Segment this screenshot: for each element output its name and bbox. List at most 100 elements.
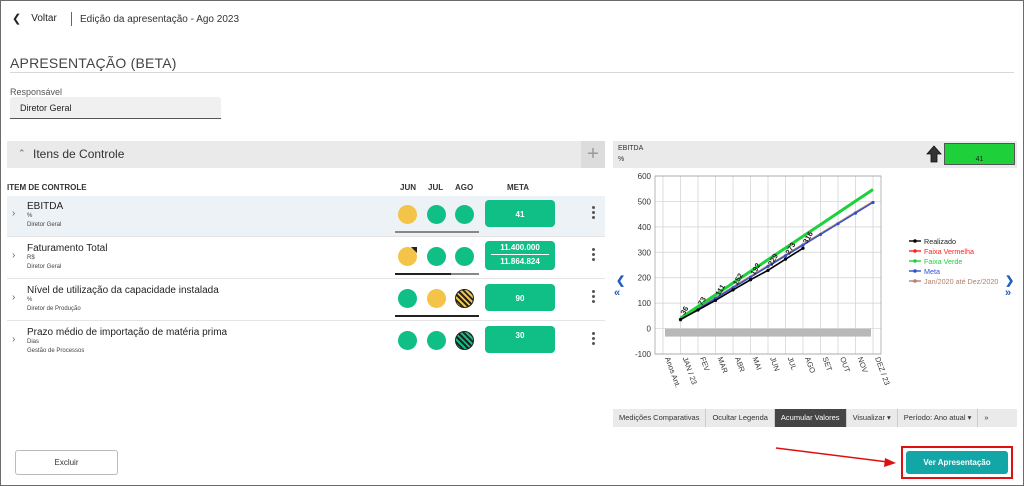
chart-title: EBITDA xyxy=(618,145,644,152)
meta-value-bottom: 11.864.824 xyxy=(500,257,540,266)
first-arrow-icon[interactable]: « xyxy=(614,287,620,299)
data-point xyxy=(871,200,875,205)
more-toolbar-icon[interactable]: » xyxy=(978,409,994,427)
data-point xyxy=(783,254,788,258)
top-bar: ❮ Voltar Edição da apresentação - Ago 20… xyxy=(0,0,1024,40)
data-point xyxy=(801,243,805,247)
status-dot-jun xyxy=(398,205,417,224)
meta-badge: 11.400.000 11.864.824 xyxy=(485,241,555,270)
col-item: ITEM DE CONTROLE xyxy=(7,183,87,192)
status-dot-ago xyxy=(455,247,474,266)
item-name: Nível de utilização da capacidade instal… xyxy=(27,285,219,296)
meta-badge: 41 xyxy=(485,200,555,227)
x-tick-label: SET xyxy=(821,356,835,373)
line-chart: -100 0 100 200 300 400 500 600 Anos Ant.JAN / 23… xyxy=(635,172,998,389)
more-options-icon[interactable] xyxy=(592,248,596,264)
data-point xyxy=(818,232,823,237)
expand-icon[interactable]: › xyxy=(12,334,15,345)
legend-marker xyxy=(913,259,917,263)
prev-arrow-icon[interactable]: ❮ xyxy=(616,274,625,287)
item-owner: Diretor Geral xyxy=(27,222,62,228)
data-point xyxy=(801,246,805,250)
medicoes-comparativas-button[interactable]: Medições Comparativas xyxy=(613,409,707,427)
chart-unit: % xyxy=(618,156,625,163)
status-dot-jun xyxy=(398,289,417,308)
col-jun: JUN xyxy=(400,183,417,192)
x-tick-label: MAR xyxy=(716,356,730,375)
table-row[interactable]: › Faturamento Total R$ Diretor Geral 11.… xyxy=(7,238,605,279)
item-unit: % xyxy=(27,213,33,219)
data-point xyxy=(853,211,858,215)
status-dot-ago xyxy=(455,289,474,308)
y-tick-label: 500 xyxy=(638,197,652,206)
zero-band xyxy=(665,328,871,337)
legend-marker xyxy=(913,279,917,283)
table-row[interactable]: › Nível de utilização da capacidade inst… xyxy=(7,280,605,321)
expand-icon[interactable]: › xyxy=(12,208,15,219)
responsavel-field[interactable]: Diretor Geral xyxy=(10,97,221,119)
acumular-valores-button[interactable]: Acumular Valores xyxy=(774,409,847,427)
delete-button[interactable]: Excluir xyxy=(15,450,118,475)
item-name: EBITDA xyxy=(27,201,64,212)
item-name: Prazo médio de importação de matéria pri… xyxy=(27,327,228,338)
periodo-dropdown[interactable]: Período: Ano atual ▾ xyxy=(898,409,979,427)
chart-header: EBITDA % 41 xyxy=(613,141,1017,168)
meta-divider xyxy=(491,254,549,255)
legend-marker xyxy=(913,249,917,253)
ocultar-legenda-button[interactable]: Ocultar Legenda xyxy=(706,409,775,427)
visualizar-dropdown[interactable]: Visualizar ▾ xyxy=(847,409,898,427)
x-tick-label: AGO xyxy=(803,356,817,375)
status-dot-jun xyxy=(398,331,417,350)
trend-underline xyxy=(451,273,479,275)
more-options-icon[interactable] xyxy=(592,206,596,222)
col-ago: AGO xyxy=(455,183,474,192)
meta-value-top: 11.400.000 xyxy=(500,243,540,252)
expand-icon[interactable]: › xyxy=(12,250,15,261)
y-tick-label: 600 xyxy=(638,172,652,181)
more-options-icon[interactable] xyxy=(592,332,596,348)
responsavel-label: Responsável xyxy=(10,87,63,97)
itens-de-controle-header: ⌃ Itens de Controle + xyxy=(7,141,605,168)
expand-icon[interactable]: › xyxy=(12,292,15,303)
item-name: Faturamento Total xyxy=(27,243,108,254)
x-tick-label: OUT xyxy=(838,356,852,374)
item-unit: Dias xyxy=(27,339,40,345)
collapse-icon[interactable]: ⌃ xyxy=(18,148,26,159)
table-row[interactable]: › Prazo médio de importação de matéria p… xyxy=(7,322,605,363)
item-unit: R$ xyxy=(27,255,35,261)
col-jul: JUL xyxy=(428,183,444,192)
trend-underline xyxy=(395,231,479,233)
arrow-up-icon xyxy=(926,145,942,163)
x-tick-label: DEZ / 23 xyxy=(873,356,892,387)
data-point xyxy=(766,268,770,272)
item-owner: Diretor Geral xyxy=(27,264,62,270)
last-arrow-icon[interactable]: » xyxy=(1005,287,1011,299)
page-title: APRESENTAÇÃO (BETA) xyxy=(10,55,177,71)
status-dot-ago xyxy=(455,205,474,224)
trend-underline xyxy=(395,273,451,275)
back-button[interactable]: ❮ Voltar xyxy=(12,12,57,25)
x-tick-label: NOV xyxy=(856,356,870,374)
table-row[interactable]: › EBITDA % Diretor Geral 41 xyxy=(7,196,605,237)
breadcrumb-divider xyxy=(71,12,72,26)
next-arrow-icon[interactable]: ❯ xyxy=(1005,274,1014,287)
title-divider xyxy=(10,72,1014,73)
y-tick-label: -100 xyxy=(635,350,652,359)
chart-toolbar: Medições Comparativas Ocultar Legenda Ac… xyxy=(613,409,1017,427)
y-tick-label: 200 xyxy=(638,274,652,283)
meta-value: 41 xyxy=(515,210,525,219)
series-line-faixa-verde xyxy=(679,188,874,320)
meta-value: 90 xyxy=(515,294,525,303)
col-meta: META xyxy=(507,183,530,192)
trend-underline xyxy=(395,315,479,317)
legend-label: Meta xyxy=(924,267,940,276)
breadcrumb: Edição da apresentação - Ago 2023 xyxy=(80,14,240,25)
legend-label: Jan/2020 até Dez/2020 xyxy=(924,277,998,286)
add-item-button[interactable]: + xyxy=(581,141,605,168)
x-tick-label: ABR xyxy=(733,356,747,374)
status-dot-jul xyxy=(427,331,446,350)
more-options-icon[interactable] xyxy=(592,290,596,306)
status-dot-jul xyxy=(427,289,446,308)
data-point xyxy=(748,278,753,282)
chevron-left-icon: ❮ xyxy=(12,13,22,25)
